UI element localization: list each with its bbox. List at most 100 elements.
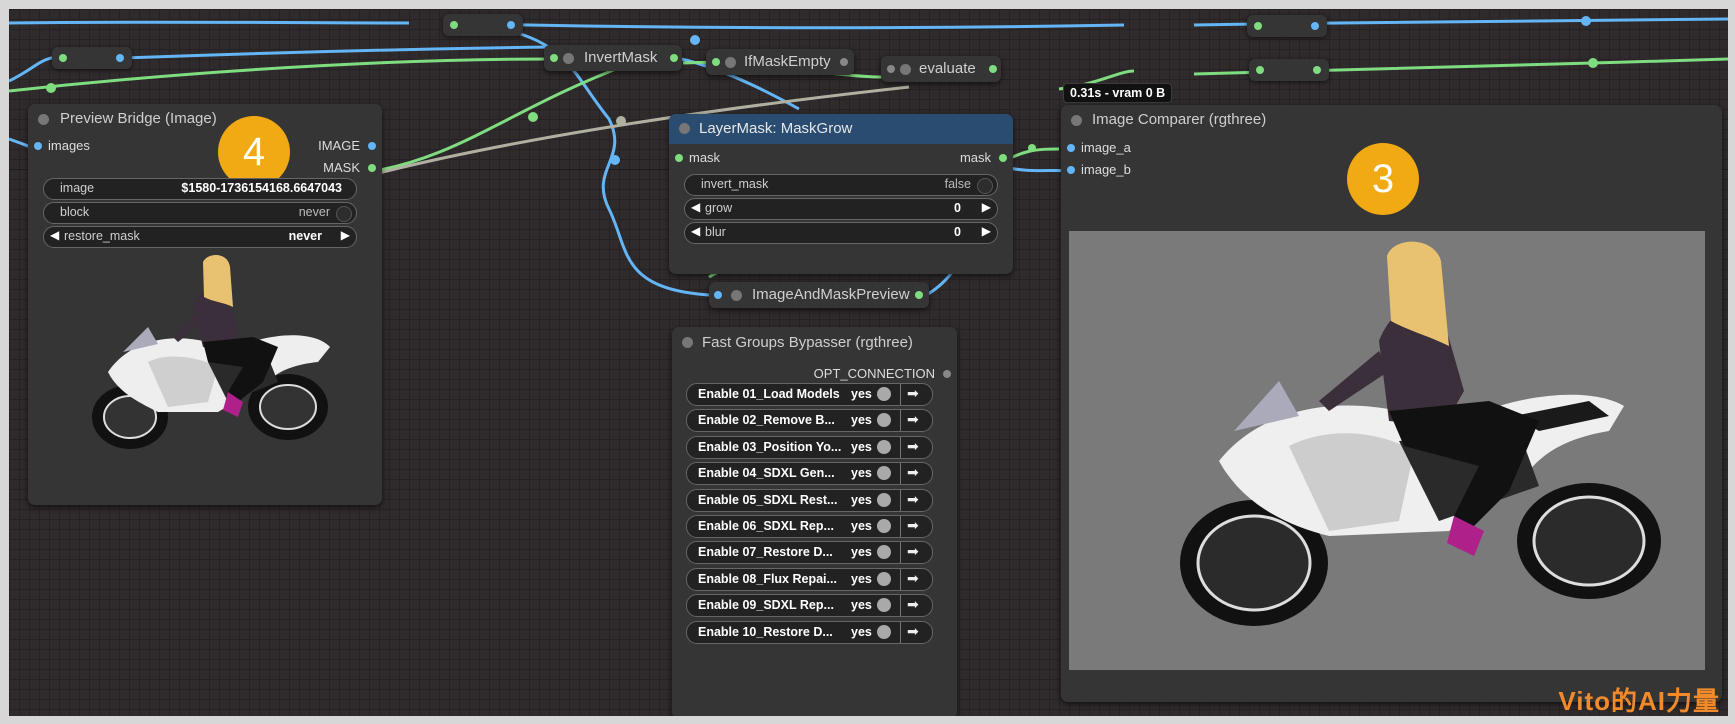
arrow-right-icon[interactable]: ➡ [907, 570, 919, 587]
reroute-node[interactable] [1249, 59, 1329, 81]
node-collapse-dot[interactable] [900, 64, 911, 75]
motorcycle-rider-image [92, 255, 330, 449]
arrow-right-icon[interactable]: ▶ [341, 228, 350, 242]
invert-mask-node[interactable]: InvertMask [544, 45, 682, 71]
group-toggle-row[interactable]: Enable 02_Remove B... yes ➡ [686, 409, 933, 433]
group-toggle-row[interactable]: Enable 07_Restore D... yes ➡ [686, 541, 933, 565]
widget-value: $1580-1736154168.6647043 [181, 181, 342, 195]
toggle-dot[interactable] [877, 545, 891, 560]
toggle-dot[interactable] [877, 439, 891, 454]
node-collapse-dot[interactable] [563, 53, 574, 64]
toggle-dot[interactable] [877, 387, 891, 401]
comparer-image[interactable] [1069, 231, 1705, 670]
images-input-port[interactable] [34, 142, 42, 150]
toggle-dot[interactable] [877, 492, 891, 507]
group-toggle-row[interactable]: Enable 09_SDXL Rep... yes ➡ [686, 594, 933, 618]
arrow-right-icon[interactable]: ➡ [907, 464, 919, 481]
layermask-grow-node[interactable]: LayerMask: MaskGrow mask mask invert_mas… [669, 114, 1013, 274]
if-mask-empty-output[interactable] [840, 58, 848, 66]
group-toggle-row[interactable]: Enable 06_SDXL Rep... yes ➡ [686, 515, 933, 538]
reroute-output[interactable] [116, 54, 124, 62]
invert-mask-input[interactable] [550, 54, 558, 62]
mask-output-port[interactable] [999, 154, 1007, 162]
toggle-dot[interactable] [877, 571, 891, 586]
if-mask-empty-input[interactable] [712, 58, 720, 66]
arrow-right-icon[interactable]: ➡ [907, 438, 919, 455]
arrow-right-icon[interactable]: ➡ [907, 596, 919, 613]
if-mask-empty-node[interactable]: IfMaskEmpty [706, 49, 854, 75]
preview-bridge-node[interactable]: Preview Bridge (Image) images IMAGE MASK… [28, 104, 382, 505]
block-toggle[interactable]: block never [43, 202, 357, 224]
node-collapse-dot[interactable] [682, 337, 693, 348]
node-collapse-dot[interactable] [725, 57, 736, 68]
reroute-node[interactable] [443, 14, 523, 36]
image-comparer-node[interactable]: Image Comparer (rgthree) image_a image_b… [1061, 105, 1722, 702]
group-toggle-label: Enable 04_SDXL Gen... [698, 466, 835, 481]
preview-input-port[interactable] [714, 291, 722, 299]
mask-input-port[interactable] [675, 154, 683, 162]
reroute-input[interactable] [1256, 66, 1264, 74]
fast-groups-bypasser-node[interactable]: Fast Groups Bypasser (rgthree) OPT_CONNE… [672, 327, 957, 716]
image-widget[interactable]: image $1580-1736154168.6647043 [43, 178, 357, 200]
node-collapse-dot[interactable] [731, 290, 742, 301]
evaluate-output[interactable] [989, 65, 997, 73]
image-b-input-port[interactable] [1067, 166, 1075, 174]
node-graph-canvas[interactable]: InvertMask IfMaskEmpty evaluate Preview … [9, 9, 1728, 716]
images-input-label: images [48, 138, 90, 153]
widget-label: image [60, 181, 95, 195]
group-toggle-row[interactable]: Enable 04_SDXL Gen... yes ➡ [686, 462, 933, 486]
group-toggle-row[interactable]: Enable 08_Flux Repai... yes ➡ [686, 567, 933, 591]
toggle-dot[interactable] [877, 466, 891, 481]
toggle-dot[interactable] [877, 519, 891, 533]
link-dot [1028, 144, 1036, 152]
toggle-dot[interactable] [877, 598, 891, 613]
reroute-input[interactable] [450, 21, 458, 29]
node-collapse-dot[interactable] [1071, 115, 1082, 126]
group-toggle-row[interactable]: Enable 01_Load Models yes ➡ [686, 383, 933, 406]
group-toggle-row[interactable]: Enable 03_Position Yo... yes ➡ [686, 435, 933, 459]
invert-mask-toggle[interactable]: invert_mask false [684, 174, 998, 196]
node-collapse-dot[interactable] [38, 114, 49, 125]
node-collapse-dot[interactable] [679, 123, 690, 134]
invert-mask-output[interactable] [670, 54, 678, 62]
arrow-right-icon[interactable]: ▶ [982, 224, 991, 238]
reroute-input[interactable] [1254, 22, 1262, 30]
arrow-right-icon[interactable]: ➡ [907, 411, 919, 428]
restore-mask-combo[interactable]: ◀ restore_mask never ▶ [43, 226, 357, 248]
evaluate-input[interactable] [887, 65, 895, 73]
image-output-port[interactable] [368, 142, 376, 150]
arrow-right-icon[interactable]: ▶ [982, 200, 991, 214]
mask-input-label: mask [689, 150, 721, 165]
preview-output-port[interactable] [915, 291, 923, 299]
toggle-dot[interactable] [877, 624, 891, 639]
reroute-output[interactable] [507, 21, 515, 29]
group-toggle-label: Enable 01_Load Models [698, 387, 840, 401]
image-a-input-port[interactable] [1067, 144, 1075, 152]
group-toggle-value: yes [851, 413, 872, 428]
reroute-output[interactable] [1313, 66, 1321, 74]
evaluate-node[interactable]: evaluate [881, 56, 1001, 82]
reroute-node[interactable] [1247, 15, 1327, 37]
reroute-output[interactable] [1311, 22, 1319, 30]
blur-number-widget[interactable]: ◀ blur 0 ▶ [684, 222, 998, 244]
arrow-left-icon[interactable]: ◀ [691, 224, 700, 238]
reroute-node[interactable] [52, 47, 132, 69]
link-dot [616, 116, 626, 126]
arrow-right-icon[interactable]: ➡ [907, 491, 919, 508]
opt-connection-port[interactable] [943, 370, 951, 378]
group-toggle-row[interactable]: Enable 05_SDXL Rest... yes ➡ [686, 488, 933, 512]
arrow-right-icon[interactable]: ➡ [907, 385, 919, 402]
group-toggle-row[interactable]: Enable 10_Restore D... yes ➡ [686, 620, 933, 644]
divider [900, 595, 901, 617]
arrow-left-icon[interactable]: ◀ [691, 200, 700, 214]
mask-output-port[interactable] [368, 164, 376, 172]
arrow-right-icon[interactable]: ➡ [907, 517, 919, 534]
arrow-right-icon[interactable]: ➡ [907, 543, 919, 560]
toggle-dot[interactable] [877, 413, 891, 428]
arrow-left-icon[interactable]: ◀ [50, 228, 59, 242]
group-toggle-label: Enable 07_Restore D... [698, 545, 833, 560]
image-and-mask-preview-node[interactable]: ImageAndMaskPreview [709, 282, 929, 308]
reroute-input[interactable] [59, 54, 67, 62]
arrow-right-icon[interactable]: ➡ [907, 623, 919, 640]
grow-number-widget[interactable]: ◀ grow 0 ▶ [684, 198, 998, 220]
